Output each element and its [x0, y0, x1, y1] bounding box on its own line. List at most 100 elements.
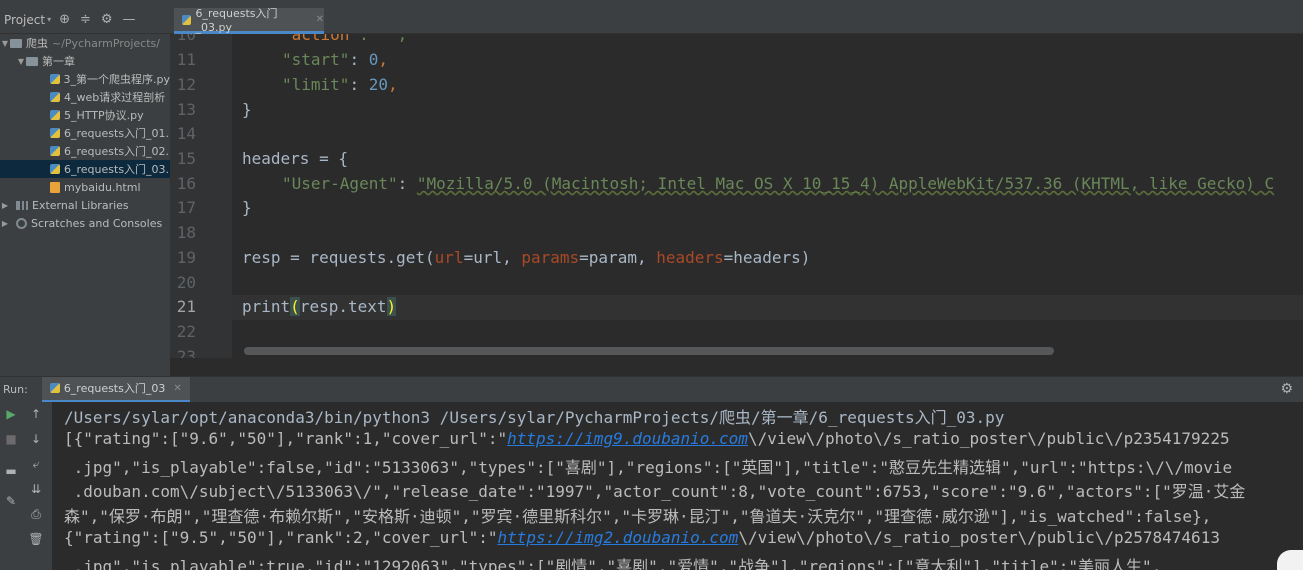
project-panel-header: Project ▾ ⊕ ≑ ⚙ —: [0, 6, 170, 34]
line-number: 15: [176, 149, 196, 168]
output-link[interactable]: https://img9.doubanio.com: [507, 429, 748, 448]
target-icon[interactable]: ⊕: [59, 12, 70, 27]
layout-icon[interactable]: ▬: [2, 464, 20, 478]
code-line-17: }: [242, 198, 252, 217]
run-tab-label: 6_requests入门_03: [63, 382, 166, 395]
tree-item-file[interactable]: 3_第一个爬虫程序.py: [0, 70, 170, 88]
scratches-icon: [16, 217, 27, 229]
console-line: [{"rating":["9.6","50"],"rank":1,"cover_…: [64, 429, 1230, 448]
line-number: 23: [176, 347, 196, 358]
code-line-15: headers = {: [242, 149, 348, 168]
python-file-icon: [182, 14, 192, 25]
tree-item-label: mybaidu.html: [64, 180, 141, 194]
run-toolbar: ▶ ↑ ■ ↓ ⤶ ▬ ⇊ ✎ ⎙ 🗑: [0, 402, 52, 570]
code-line-12: "limit": 20,: [282, 75, 398, 94]
tree-item-file[interactable]: 5_HTTP协议.py: [0, 106, 170, 124]
tree-item-label: 4_web请求过程剖析: [64, 91, 166, 104]
print-icon[interactable]: ⎙: [27, 507, 45, 522]
console-line: .jpg","is_playable":false,"id":"5133063"…: [64, 458, 1233, 477]
line-number: 20: [176, 273, 196, 292]
expand-arrow-icon[interactable]: ▶: [0, 219, 10, 228]
minimize-icon[interactable]: —: [123, 12, 136, 27]
code-line-10: "action": "",: [282, 34, 408, 44]
scroll-up-icon[interactable]: ↑: [27, 407, 45, 421]
stop-icon[interactable]: ■: [2, 432, 20, 446]
settings-icon[interactable]: ⚙: [101, 12, 113, 27]
code-line-19: resp = requests.get(url=url, params=para…: [242, 248, 811, 267]
scroll-down-icon[interactable]: ↓: [27, 432, 45, 446]
python-file-icon: [50, 110, 60, 120]
project-title[interactable]: Project: [4, 13, 45, 27]
line-number-gutter: 10 11 12 13 14 15 16 17 18 19 20 21 22 2…: [170, 34, 232, 358]
line-number: 18: [176, 223, 196, 242]
line-number: 22: [176, 322, 196, 341]
output-link[interactable]: https://img2.doubanio.com: [497, 528, 738, 547]
project-tree: ▼ 爬虫 ~/PycharmProjects/ ▼ 第一章 3_第一个爬虫程序.…: [0, 34, 170, 376]
console-line: .jpg","is_playable":true,"id":"1292063",…: [64, 557, 1162, 570]
scroll-to-end-icon[interactable]: ⇊: [27, 482, 45, 496]
python-file-icon: [50, 146, 60, 156]
code-line-11: "start": 0,: [282, 50, 388, 69]
pin-icon[interactable]: ✎: [2, 494, 20, 508]
horizontal-scrollbar[interactable]: [244, 347, 1054, 355]
soft-wrap-icon[interactable]: ⤶: [27, 457, 45, 472]
tree-item-label: 爬虫: [26, 37, 48, 50]
tree-item-file-selected[interactable]: 6_requests入门_03.: [0, 160, 170, 178]
editor-tab-active[interactable]: 6_requests入门_03.py ✕: [174, 7, 324, 34]
tree-item-external-libraries[interactable]: ▶ External Libraries: [0, 196, 170, 214]
python-file-icon: [50, 128, 60, 138]
tree-item-label: 6_requests入门_01.: [64, 127, 170, 140]
collapse-icon[interactable]: ≑: [80, 12, 91, 27]
line-number-current: 21: [176, 297, 196, 316]
expand-arrow-icon[interactable]: ▶: [0, 201, 10, 210]
tree-item-file[interactable]: 4_web请求过程剖析: [0, 88, 170, 106]
python-file-icon: [50, 164, 60, 174]
tree-item-path: ~/PycharmProjects/: [52, 36, 160, 50]
python-file-icon: [49, 383, 60, 393]
line-number: 11: [176, 50, 196, 69]
rerun-icon[interactable]: ▶: [2, 407, 20, 421]
code-editor[interactable]: "action": "", "start": 0, "limit": 20, }…: [232, 34, 1303, 358]
tree-item-file[interactable]: mybaidu.html: [0, 178, 170, 196]
settings-icon[interactable]: ⚙: [1280, 381, 1293, 397]
library-icon: [16, 200, 28, 210]
tree-item-label: External Libraries: [32, 198, 129, 212]
editor-footer: [170, 358, 1303, 376]
tree-item-scratches[interactable]: ▶ Scratches and Consoles: [0, 214, 170, 232]
chevron-down-icon[interactable]: ▾: [47, 15, 51, 24]
tree-item-label: 6_requests入门_02.: [64, 145, 170, 158]
run-label: Run:: [3, 383, 28, 396]
expand-arrow-icon[interactable]: ▼: [0, 39, 10, 48]
folder-icon: [26, 56, 38, 66]
expand-arrow-icon[interactable]: ▼: [16, 57, 26, 66]
run-panel-header: Run: 6_requests入门_03 ✕ ⚙: [0, 376, 1303, 403]
close-icon[interactable]: ✕: [173, 383, 181, 394]
line-number: 12: [176, 75, 196, 94]
tree-item-file[interactable]: 6_requests入门_01.: [0, 124, 170, 142]
line-number: 19: [176, 248, 196, 267]
console-command: /Users/sylar/opt/anaconda3/bin/python3 /…: [64, 408, 1005, 427]
editor-tab-label: 6_requests入门_03.py: [195, 7, 278, 34]
tree-item-label: 第一章: [42, 55, 75, 68]
console-line: .douban.com\/subject\/5133063\/","releas…: [64, 482, 1246, 501]
line-number: 14: [176, 124, 196, 143]
tree-item-chapter[interactable]: ▼ 第一章: [0, 52, 170, 70]
code-line-13: }: [242, 100, 252, 119]
tree-item-label: 6_requests入门_03.: [64, 163, 170, 176]
run-tab[interactable]: 6_requests入门_03 ✕: [41, 376, 190, 403]
console-line: {"rating":["9.5","50"],"rank":2,"cover_u…: [64, 528, 1220, 547]
tree-item-file[interactable]: 6_requests入门_02.: [0, 142, 170, 160]
close-icon[interactable]: ✕: [316, 14, 324, 25]
tree-item-root[interactable]: ▼ 爬虫 ~/PycharmProjects/: [0, 34, 170, 52]
line-number: 13: [176, 100, 196, 119]
python-file-icon: [50, 92, 60, 102]
folder-icon: [10, 38, 22, 48]
console-line: 森","保罗·布朗","理查德·布赖尔斯","安格斯·迪顿","罗宾·德里斯科尔…: [64, 507, 1212, 526]
html-file-icon: [50, 181, 60, 193]
console-output[interactable]: /Users/sylar/opt/anaconda3/bin/python3 /…: [52, 402, 1303, 570]
tree-item-label: Scratches and Consoles: [31, 216, 163, 230]
trash-icon[interactable]: 🗑: [27, 532, 45, 546]
code-line-21: print(resp.text): [242, 297, 397, 316]
editor-tab-bar: 6_requests入门_03.py ✕: [170, 6, 1303, 34]
tree-item-label: 5_HTTP协议.py: [64, 109, 144, 122]
